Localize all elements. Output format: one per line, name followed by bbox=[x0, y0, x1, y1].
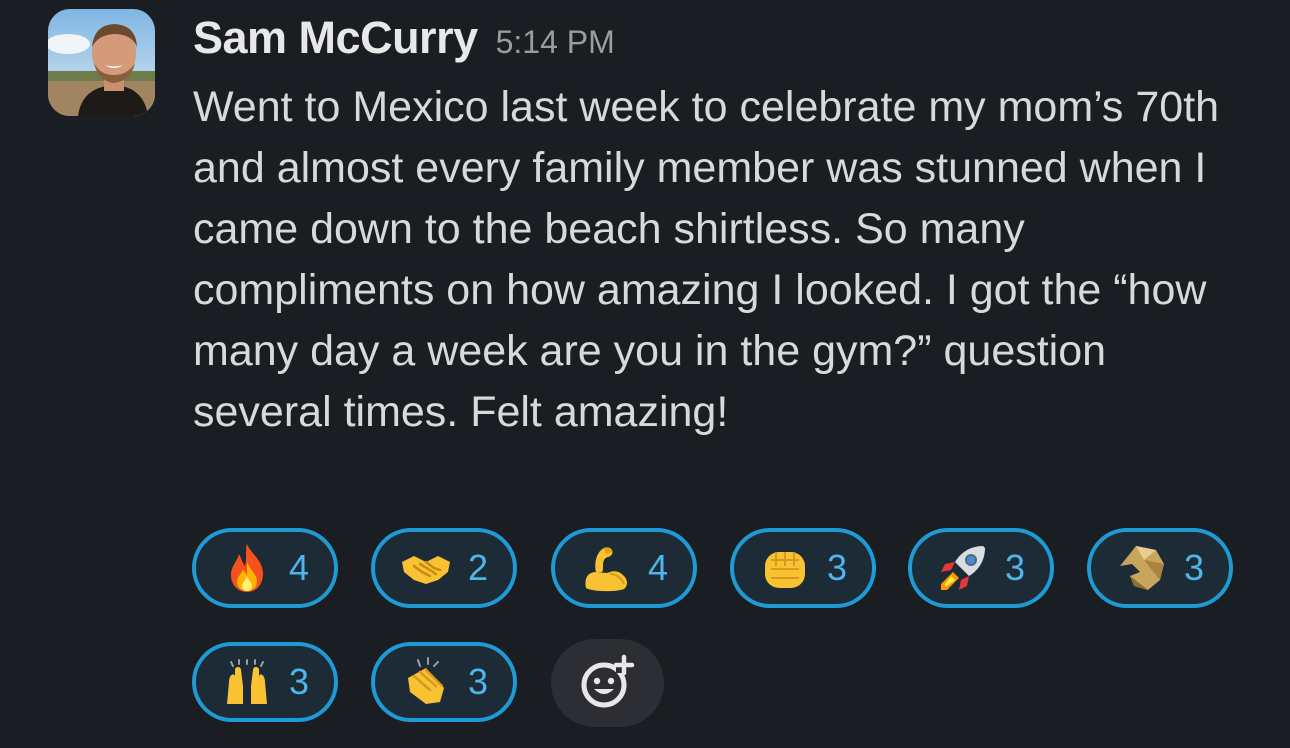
reaction-rocket[interactable]: 3 bbox=[908, 528, 1054, 608]
message-timestamp[interactable]: 5:14 PM bbox=[496, 24, 615, 61]
oncoming-fist-emoji bbox=[759, 542, 811, 594]
reaction-count: 2 bbox=[467, 547, 489, 588]
reaction-count: 3 bbox=[467, 661, 489, 702]
avatar[interactable] bbox=[48, 9, 155, 116]
reaction-raising-hands[interactable]: 3 bbox=[192, 642, 338, 722]
add-reaction-icon bbox=[580, 653, 636, 714]
avatar-photo bbox=[48, 9, 155, 116]
reaction-count: 4 bbox=[288, 547, 310, 588]
reaction-clapping-hands[interactable]: 3 bbox=[371, 642, 517, 722]
gold-lion-custom-emoji bbox=[1116, 542, 1168, 594]
reaction-fire[interactable]: 4 bbox=[192, 528, 338, 608]
message-header: Sam McCurry 5:14 PM bbox=[193, 12, 615, 72]
message: Sam McCurry 5:14 PM Went to Mexico last … bbox=[0, 0, 1290, 748]
raising-hands-emoji bbox=[221, 656, 273, 708]
author-name[interactable]: Sam McCurry bbox=[193, 12, 478, 64]
clapping-hands-emoji bbox=[400, 656, 452, 708]
flexed-biceps-emoji bbox=[580, 542, 632, 594]
handshake-emoji bbox=[400, 542, 452, 594]
add-reaction-button[interactable] bbox=[551, 639, 664, 727]
rocket-emoji bbox=[937, 542, 989, 594]
reaction-gold-lion[interactable]: 3 bbox=[1087, 528, 1233, 608]
reaction-handshake[interactable]: 2 bbox=[371, 528, 517, 608]
reaction-count: 3 bbox=[1183, 547, 1205, 588]
reaction-count: 4 bbox=[647, 547, 669, 588]
message-text: Went to Mexico last week to celebrate my… bbox=[193, 83, 1220, 436]
fire-emoji bbox=[221, 542, 273, 594]
reaction-count: 3 bbox=[1004, 547, 1026, 588]
reaction-flexed-biceps[interactable]: 4 bbox=[551, 528, 697, 608]
reaction-count: 3 bbox=[288, 661, 310, 702]
reaction-count: 3 bbox=[826, 547, 848, 588]
reaction-oncoming-fist[interactable]: 3 bbox=[730, 528, 876, 608]
